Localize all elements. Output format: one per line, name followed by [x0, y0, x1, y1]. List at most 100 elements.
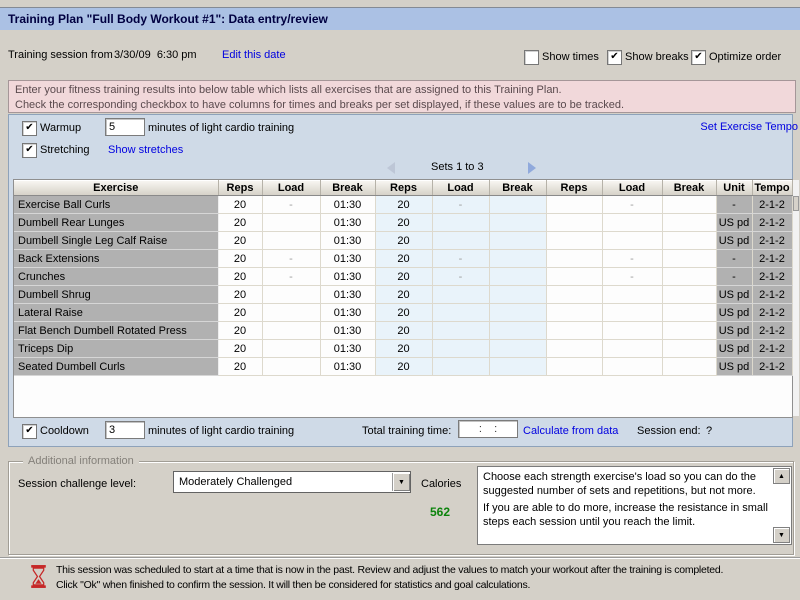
reps-cell[interactable]: 20: [375, 250, 432, 268]
break-cell[interactable]: [489, 322, 546, 340]
reps-cell[interactable]: [546, 322, 602, 340]
load-cell[interactable]: [602, 340, 662, 358]
load-cell[interactable]: [602, 322, 662, 340]
break-cell[interactable]: [662, 358, 716, 376]
reps-cell[interactable]: 20: [218, 340, 262, 358]
reps-cell[interactable]: 20: [375, 196, 432, 214]
reps-cell[interactable]: 20: [375, 340, 432, 358]
break-cell[interactable]: [662, 250, 716, 268]
optimize-order-label[interactable]: Optimize order: [709, 51, 781, 63]
sets-next-button[interactable]: [528, 162, 536, 174]
break-cell[interactable]: [662, 214, 716, 232]
break-cell[interactable]: 01:30: [320, 340, 375, 358]
stretching-label[interactable]: Stretching: [40, 144, 90, 156]
cooldown-checkbox[interactable]: ✔: [22, 424, 37, 439]
reps-cell[interactable]: [546, 268, 602, 286]
break-cell[interactable]: [489, 358, 546, 376]
break-cell[interactable]: [489, 250, 546, 268]
reps-cell[interactable]: 20: [218, 196, 262, 214]
break-cell[interactable]: [489, 268, 546, 286]
reps-cell[interactable]: 20: [218, 250, 262, 268]
break-cell[interactable]: [662, 232, 716, 250]
load-cell[interactable]: [602, 358, 662, 376]
load-cell[interactable]: [262, 304, 320, 322]
break-cell[interactable]: [489, 304, 546, 322]
note-scroll-down-button[interactable]: ▼: [773, 527, 790, 543]
cooldown-minutes-input[interactable]: 3: [105, 421, 145, 439]
note-scroll-up-button[interactable]: ▲: [773, 468, 790, 484]
break-cell[interactable]: [662, 304, 716, 322]
reps-cell[interactable]: 20: [218, 232, 262, 250]
load-cell[interactable]: [602, 304, 662, 322]
load-cell[interactable]: [432, 304, 489, 322]
edit-date-link[interactable]: Edit this date: [222, 49, 286, 61]
load-cell[interactable]: -: [602, 268, 662, 286]
cooldown-label[interactable]: Cooldown: [40, 425, 89, 437]
load-cell[interactable]: [432, 340, 489, 358]
optimize-order-checkbox[interactable]: ✔: [691, 50, 706, 65]
show-breaks-checkbox[interactable]: ✔: [607, 50, 622, 65]
warmup-label[interactable]: Warmup: [40, 122, 81, 134]
sets-prev-button[interactable]: [387, 162, 395, 174]
show-breaks-label[interactable]: Show breaks: [625, 51, 689, 63]
reps-cell[interactable]: [546, 286, 602, 304]
calculate-from-data-link[interactable]: Calculate from data: [523, 425, 618, 437]
load-cell[interactable]: [262, 322, 320, 340]
load-cell[interactable]: -: [602, 196, 662, 214]
set-exercise-tempo-link[interactable]: Set Exercise Tempo: [700, 121, 798, 133]
load-cell[interactable]: -: [262, 196, 320, 214]
break-cell[interactable]: [489, 214, 546, 232]
stretching-checkbox[interactable]: ✔: [22, 143, 37, 158]
break-cell[interactable]: 01:30: [320, 286, 375, 304]
load-cell[interactable]: [602, 286, 662, 304]
load-cell[interactable]: [262, 232, 320, 250]
break-cell[interactable]: [662, 196, 716, 214]
reps-cell[interactable]: 20: [218, 286, 262, 304]
reps-cell[interactable]: 20: [375, 232, 432, 250]
break-cell[interactable]: [662, 286, 716, 304]
dropdown-arrow-button[interactable]: ▼: [392, 473, 410, 491]
show-times-checkbox[interactable]: [524, 50, 539, 65]
reps-cell[interactable]: 20: [218, 268, 262, 286]
warmup-minutes-input[interactable]: 5: [105, 118, 145, 136]
break-cell[interactable]: 01:30: [320, 250, 375, 268]
challenge-select[interactable]: Moderately Challenged ▼: [173, 471, 411, 493]
load-cell[interactable]: [432, 322, 489, 340]
total-time-input[interactable]: : :: [458, 420, 518, 438]
load-cell[interactable]: -: [432, 268, 489, 286]
grid-scrollbar-thumb[interactable]: [793, 196, 799, 211]
break-cell[interactable]: [489, 340, 546, 358]
load-cell[interactable]: [432, 358, 489, 376]
reps-cell[interactable]: [546, 232, 602, 250]
break-cell[interactable]: [662, 322, 716, 340]
load-cell[interactable]: [262, 340, 320, 358]
reps-cell[interactable]: 20: [375, 214, 432, 232]
load-cell[interactable]: -: [432, 250, 489, 268]
break-cell[interactable]: [662, 268, 716, 286]
reps-cell[interactable]: 20: [375, 322, 432, 340]
break-cell[interactable]: 01:30: [320, 232, 375, 250]
reps-cell[interactable]: 20: [218, 304, 262, 322]
reps-cell[interactable]: 20: [218, 358, 262, 376]
break-cell[interactable]: 01:30: [320, 304, 375, 322]
load-cell[interactable]: [262, 358, 320, 376]
show-times-label[interactable]: Show times: [542, 51, 599, 63]
reps-cell[interactable]: [546, 340, 602, 358]
break-cell[interactable]: 01:30: [320, 214, 375, 232]
break-cell[interactable]: [489, 232, 546, 250]
break-cell[interactable]: [489, 286, 546, 304]
reps-cell[interactable]: [546, 358, 602, 376]
load-cell[interactable]: [602, 232, 662, 250]
reps-cell[interactable]: [546, 214, 602, 232]
load-cell[interactable]: -: [262, 268, 320, 286]
reps-cell[interactable]: [546, 250, 602, 268]
break-cell[interactable]: 01:30: [320, 268, 375, 286]
grid-scrollbar[interactable]: [793, 180, 799, 416]
break-cell[interactable]: 01:30: [320, 196, 375, 214]
warmup-checkbox[interactable]: ✔: [22, 121, 37, 136]
load-cell[interactable]: [432, 286, 489, 304]
reps-cell[interactable]: 20: [375, 304, 432, 322]
break-cell[interactable]: [662, 340, 716, 358]
load-cell[interactable]: [432, 232, 489, 250]
reps-cell[interactable]: 20: [375, 268, 432, 286]
